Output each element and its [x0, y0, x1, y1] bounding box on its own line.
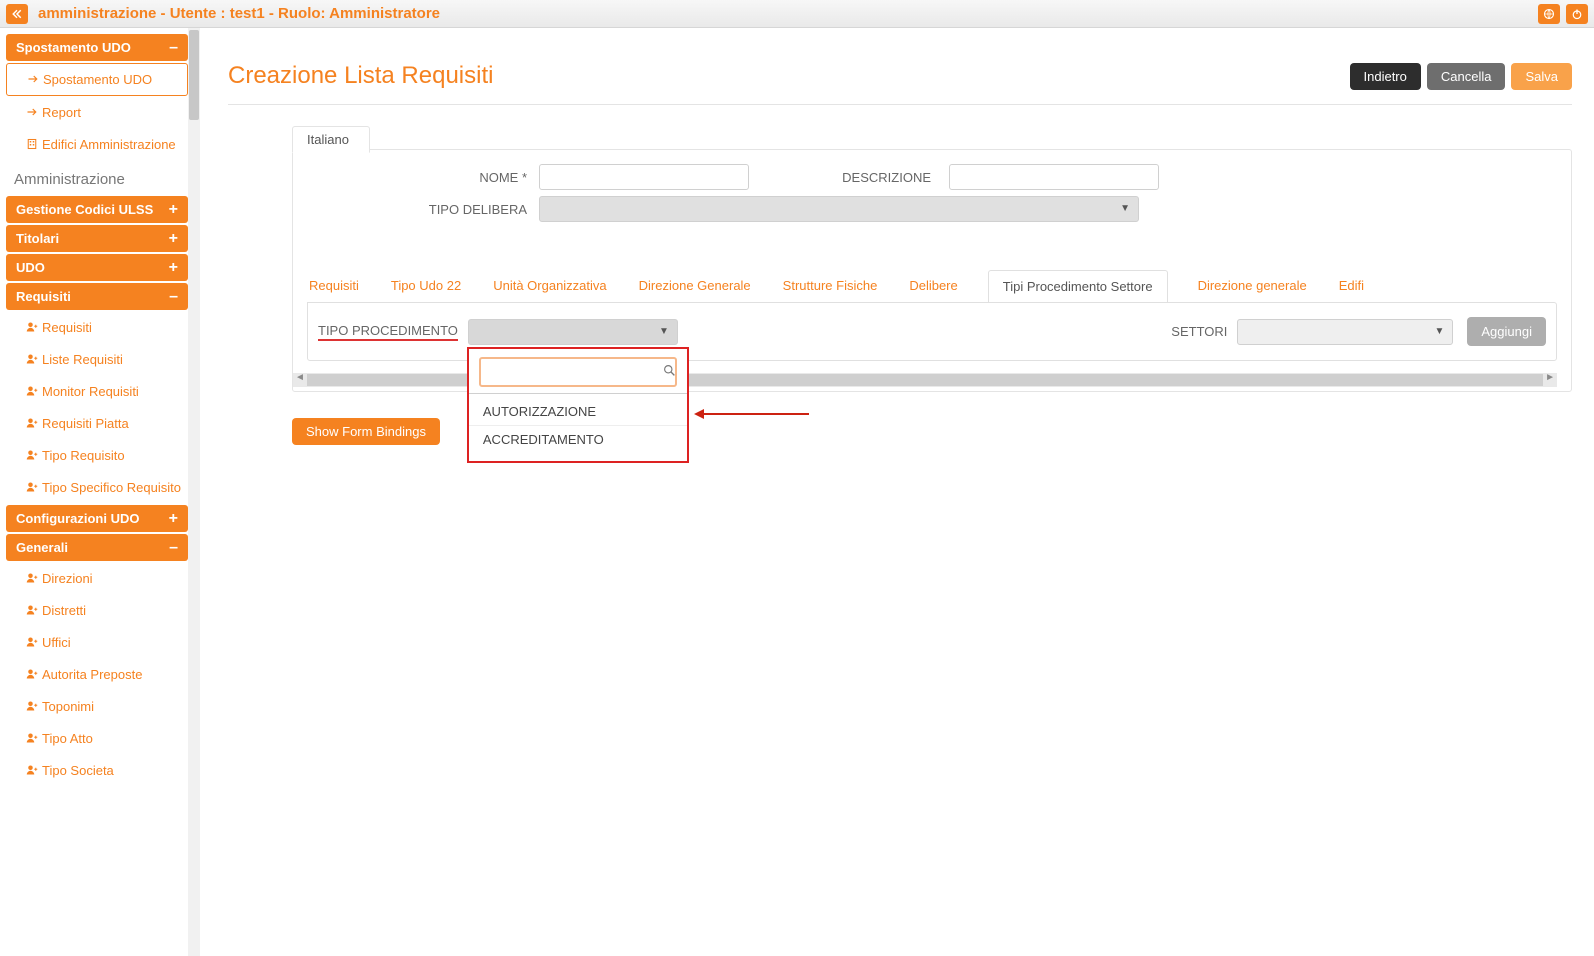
label-tipo-delibera: TIPO DELIBERA: [389, 202, 539, 217]
subtab-direzione-generale[interactable]: Direzione generale: [1196, 270, 1309, 302]
back-button[interactable]: Indietro: [1350, 63, 1421, 90]
caret-down-icon: ▼: [659, 326, 669, 337]
tipo-procedimento-select[interactable]: ▼: [468, 319, 678, 345]
sidebar-item-direzioni[interactable]: Direzioni: [6, 563, 188, 594]
sidebar-item-toponimi[interactable]: Toponimi: [6, 691, 188, 722]
user-icon: [26, 764, 38, 776]
sidebar-item-tipo-specifico-requisito[interactable]: Tipo Specifico Requisito: [6, 472, 188, 503]
user-icon: [26, 353, 38, 365]
caret-down-icon: ▼: [1120, 203, 1130, 214]
user-icon: [26, 481, 38, 493]
sidebar-header-gestione-codici-ulss[interactable]: Gestione Codici ULSS+: [6, 196, 188, 223]
user-icon: [26, 636, 38, 648]
sidebar-item-tipo-atto[interactable]: Tipo Atto: [6, 723, 188, 754]
dropdown-option-accreditamento[interactable]: ACCREDITAMENTO: [469, 426, 687, 453]
subtab-tipo-udo-22[interactable]: Tipo Udo 22: [389, 270, 463, 302]
user-icon: [26, 417, 38, 429]
user-icon: [26, 321, 38, 333]
page-title: Creazione Lista Requisiti: [228, 62, 493, 90]
tab-language[interactable]: Italiano: [292, 126, 370, 153]
sidebar-header-generali[interactable]: Generali–: [6, 534, 188, 561]
descrizione-input[interactable]: [949, 164, 1159, 190]
sidebar-header-configurazioni-udo[interactable]: Configurazioni UDO+: [6, 505, 188, 532]
caret-down-icon: ▼: [1434, 326, 1444, 337]
subtab-direzione-generale[interactable]: Direzione Generale: [637, 270, 753, 302]
annotation-arrow: [699, 413, 809, 415]
subtabs: Requisiti Tipo Udo 22 Unità Organizzativa D…: [293, 230, 1571, 302]
show-form-bindings-button[interactable]: Show Form Bindings: [292, 418, 440, 445]
dropdown-search-input[interactable]: [487, 359, 663, 385]
subtab-edifi[interactable]: Edifi: [1337, 270, 1366, 302]
user-icon: [26, 449, 38, 461]
sidebar: Spostamento UDO–Spostamento UDOReportEdi…: [0, 28, 200, 956]
subtab-requisiti[interactable]: Requisiti: [307, 270, 361, 302]
main-content: Creazione Lista Requisiti Indietro Cance…: [200, 28, 1594, 956]
arrow-right-icon: [26, 106, 38, 118]
sidebar-item-report[interactable]: Report: [6, 97, 188, 128]
app-title: amministrazione - Utente : test1 - Ruolo…: [38, 5, 440, 22]
sidebar-collapse-button[interactable]: [6, 4, 28, 24]
sidebar-item-uffici[interactable]: Uffici: [6, 627, 188, 658]
sidebar-item-monitor-requisiti[interactable]: Monitor Requisiti: [6, 376, 188, 407]
search-icon: [663, 364, 676, 380]
sidebar-item-tipo-requisito[interactable]: Tipo Requisito: [6, 440, 188, 471]
sidebar-header-requisiti[interactable]: Requisiti–: [6, 283, 188, 310]
user-icon: [26, 700, 38, 712]
arrow-right-icon: [27, 73, 39, 85]
sidebar-header-spostamento-udo[interactable]: Spostamento UDO–: [6, 34, 188, 61]
nome-input[interactable]: [539, 164, 749, 190]
sidebar-item-tipo-societa[interactable]: Tipo Societa: [6, 755, 188, 786]
sidebar-item-spostamento-udo[interactable]: Spostamento UDO: [6, 63, 188, 96]
tipo-procedimento-dropdown: AUTORIZZAZIONEACCREDITAMENTO: [467, 347, 689, 463]
globe-button[interactable]: [1538, 4, 1560, 24]
subtab-strutture-fisiche[interactable]: Strutture Fisiche: [781, 270, 880, 302]
user-icon: [26, 604, 38, 616]
dropdown-search[interactable]: [479, 357, 677, 387]
label-descrizione: DESCRIZIONE: [809, 170, 949, 185]
user-icon: [26, 572, 38, 584]
sidebar-item-liste-requisiti[interactable]: Liste Requisiti: [6, 344, 188, 375]
power-icon: [1571, 8, 1583, 20]
subtab-tipi-procedimento-settore[interactable]: Tipi Procedimento Settore: [988, 270, 1168, 302]
aggiungi-button[interactable]: Aggiungi: [1467, 317, 1546, 346]
sidebar-item-requisiti[interactable]: Requisiti: [6, 312, 188, 343]
sidebar-header-udo[interactable]: UDO+: [6, 254, 188, 281]
subtab-delibere[interactable]: Delibere: [907, 270, 959, 302]
user-icon: [26, 732, 38, 744]
sidebar-item-autorita-preposte[interactable]: Autorita Preposte: [6, 659, 188, 690]
user-icon: [26, 385, 38, 397]
sidebar-item-edifici-amministrazione[interactable]: Edifici Amministrazione: [6, 129, 188, 160]
label-settori: SETTORI: [1171, 324, 1227, 339]
globe-icon: [1543, 8, 1555, 20]
save-button[interactable]: Salva: [1511, 63, 1572, 90]
subtab-unità-organizzativa[interactable]: Unità Organizzativa: [491, 270, 608, 302]
sidebar-section-label: Amministrazione: [6, 161, 188, 194]
sidebar-item-distretti[interactable]: Distretti: [6, 595, 188, 626]
label-nome: NOME *: [389, 170, 539, 185]
tipo-delibera-select[interactable]: ▼: [539, 196, 1139, 222]
cancel-button[interactable]: Cancella: [1427, 63, 1506, 90]
user-icon: [26, 668, 38, 680]
chevron-double-left-icon: [11, 8, 23, 20]
building-icon: [26, 138, 38, 150]
sidebar-header-titolari[interactable]: Titolari+: [6, 225, 188, 252]
settori-select[interactable]: ▼: [1237, 319, 1453, 345]
label-tipo-procedimento: TIPO PROCEDIMENTO: [318, 323, 458, 341]
dropdown-option-autorizzazione[interactable]: AUTORIZZAZIONE: [469, 398, 687, 426]
top-bar: amministrazione - Utente : test1 - Ruolo…: [0, 0, 1594, 28]
sidebar-item-requisiti-piatta[interactable]: Requisiti Piatta: [6, 408, 188, 439]
power-button[interactable]: [1566, 4, 1588, 24]
sidebar-scrollbar[interactable]: [188, 28, 200, 956]
